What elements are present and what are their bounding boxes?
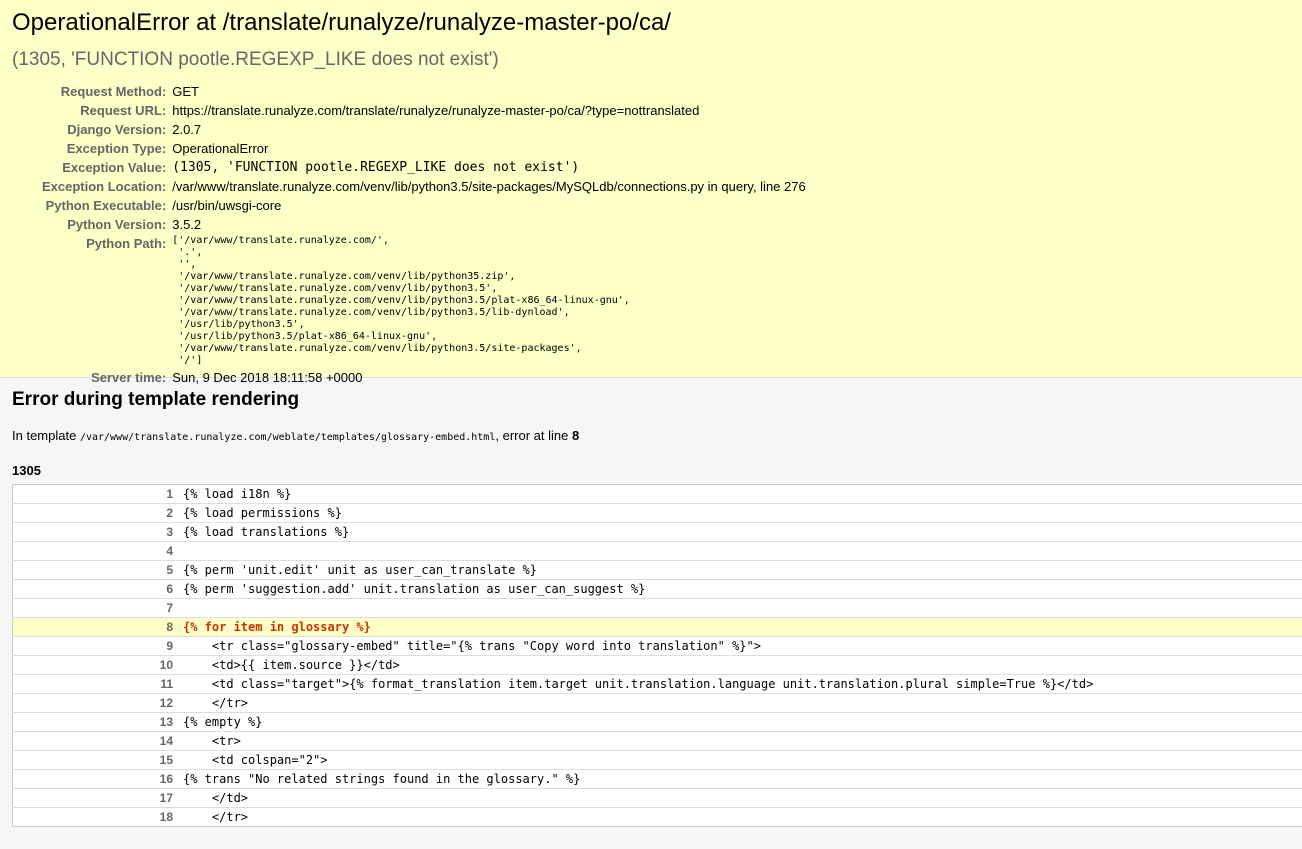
line-code: {% for item in glossary %} (181, 617, 1302, 637)
meta-value: /usr/bin/uwsgi-core (172, 198, 282, 213)
template-error-heading: Error during template rendering (12, 389, 300, 410)
page-title: OperationalError at /translate/runalyze/… (12, 9, 671, 36)
line-code: {% trans "No related strings found in th… (181, 769, 1302, 789)
line-number: 1 (12, 484, 181, 504)
line-code: </tr> (183, 810, 249, 824)
source-line: 16 {% trans "No related strings found in … (12, 769, 1302, 789)
line-code: {% perm 'unit.edit' unit as user_can_tra… (181, 560, 1302, 580)
line-number: 5 (12, 560, 181, 580)
source-line: 18 </tr> (13, 808, 1302, 827)
source-line: 4 (12, 541, 1302, 561)
line-code: <tr> (181, 731, 1302, 751)
source-line: 17 </td> (12, 788, 1302, 808)
line-number: 16 (12, 769, 181, 789)
meta-row: Python Version: 3.5.2 (12, 215, 806, 234)
source-line-error: 8 {% for item in glossary %} (12, 617, 1302, 637)
source-line: 12 </tr> (12, 693, 1302, 713)
line-number: 9 (12, 636, 181, 656)
meta-row: Python Executable: /usr/bin/uwsgi-core (12, 196, 806, 215)
template-location: In template /var/www/translate.runalyze.… (12, 428, 1290, 443)
source-line: 7 (12, 598, 1302, 618)
meta-label: Request URL: (80, 103, 167, 118)
source-line: 13 {% empty %} (12, 712, 1302, 732)
source-line: 15 <td colspan="2"> (12, 750, 1302, 770)
meta-row: Exception Value: (1305, 'FUNCTION pootle.… (12, 158, 806, 177)
meta-value: (1305, 'FUNCTION pootle.REGEXP_LIKE does… (172, 160, 580, 175)
source-line: 10 <td>{{ item.source }}</td> (12, 655, 1302, 675)
line-code: {% load translations %} (181, 522, 1302, 542)
line-number: 7 (12, 598, 181, 618)
line-number: 14 (12, 731, 181, 751)
line-code (181, 598, 1302, 618)
meta-row: Exception Type: OperationalError (12, 139, 806, 158)
in-template-prefix: In template (12, 428, 80, 443)
meta-row: Exception Location: /var/www/translate.ru… (12, 177, 806, 196)
meta-value: 3.5.2 (172, 217, 202, 232)
meta-value: GET (172, 84, 199, 99)
line-number: 13 (12, 712, 181, 732)
line-code: {% perm 'suggestion.add' unit.translatio… (181, 579, 1302, 599)
line-number: 6 (12, 579, 181, 599)
line-number: 11 (12, 674, 181, 694)
meta-row: Request Method: GET (12, 82, 806, 101)
line-code (181, 541, 1302, 561)
meta-value: OperationalError (172, 141, 269, 156)
line-code: </td> (181, 788, 1302, 808)
source-line: 6 {% perm 'suggestion.add' unit.translati… (12, 579, 1302, 599)
meta-label: Python Version: (67, 217, 167, 232)
source-line: 1 {% load i18n %} (12, 484, 1302, 504)
line-number: 15 (12, 750, 181, 770)
meta-label: Django Version: (67, 122, 167, 137)
source-line: 11 <td class="target">{% format_translat… (12, 674, 1302, 694)
line-code: <td colspan="2"> (181, 750, 1302, 770)
line-code: {% load permissions %} (181, 503, 1302, 523)
line-code: </tr> (181, 693, 1302, 713)
error-number: 1305 (12, 463, 41, 478)
line-number: 8 (12, 617, 181, 637)
error-summary: OperationalError at /translate/runalyze/… (0, 0, 1302, 385)
meta-value: 2.0.7 (172, 122, 202, 137)
line-number: 17 (12, 788, 181, 808)
line-code: <tr class="glossary-embed" title="{% tra… (181, 636, 1302, 656)
line-number: 18 (159, 810, 173, 824)
source-line: 14 <tr> (12, 731, 1302, 751)
template-error-section: Error during template rendering In templ… (0, 378, 1302, 827)
line-number: 2 (12, 503, 181, 523)
source-line: 9 <tr class="glossary-embed" title="{% t… (12, 636, 1302, 656)
error-at-text: , error at line (495, 428, 572, 443)
template-path: /var/www/translate.runalyze.com/weblate/… (79, 432, 496, 443)
template-source-table: 1 {% load i18n %} 2 {% load permissions %} 3… (12, 484, 1302, 827)
line-number: 10 (12, 655, 181, 675)
line-code: {% empty %} (181, 712, 1302, 732)
source-line: 3 {% load translations %} (12, 522, 1302, 542)
meta-row: Django Version: 2.0.7 (12, 120, 806, 139)
line-number: 12 (12, 693, 181, 713)
meta-label: Exception Value: (62, 160, 167, 175)
meta-label: Exception Type: (66, 141, 167, 156)
error-line-number: 8 (571, 428, 580, 443)
line-code: <td>{{ item.source }}</td> (181, 655, 1302, 675)
line-number: 3 (12, 522, 181, 542)
meta-row: Request URL: https://translate.runalyze.c… (12, 101, 806, 120)
source-line: 5 {% perm 'unit.edit' unit as user_can_tr… (12, 560, 1302, 580)
meta-label: Python Path: (86, 236, 167, 251)
meta-value: /var/www/translate.runalyze.com/venv/lib… (172, 179, 806, 194)
line-code: <td class="target">{% format_translation… (181, 674, 1302, 694)
line-number: 4 (12, 541, 181, 561)
exception-subtitle: (1305, 'FUNCTION pootle.REGEXP_LIKE does… (12, 49, 499, 70)
meta-value: ['/var/www/translate.runalyze.com/', '.'… (172, 234, 805, 368)
meta-label: Exception Location: (42, 179, 167, 194)
request-meta-table: Request Method: GET Request URL: https://tr… (12, 82, 806, 387)
line-code: {% load i18n %} (181, 484, 1302, 504)
source-line: 2 {% load permissions %} (12, 503, 1302, 523)
meta-label: Request Method: (60, 84, 167, 99)
meta-label: Python Executable: (45, 198, 167, 213)
python-path-list: ['/var/www/translate.runalyze.com/', '.'… (172, 235, 630, 366)
meta-value: https://translate.runalyze.com/translate… (172, 103, 700, 118)
meta-row-python-path: Python Path: ['/var/www/translate.runaly… (12, 234, 806, 368)
